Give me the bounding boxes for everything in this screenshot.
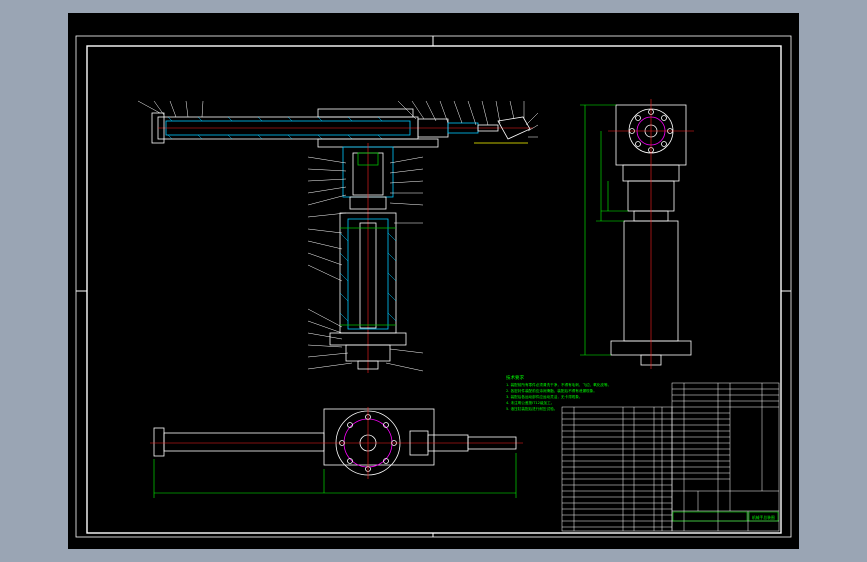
technical-requirements: 技术要求 1. 装配前所有零件必须清洗干净，不得有毛刺、飞边、氧化皮等。 2. … — [506, 374, 611, 411]
title-block-label: 机械手总装图 — [752, 515, 775, 520]
tech-req-line: 3. 装配后各运动部件应运动灵活，无卡滞现象。 — [506, 394, 582, 399]
tech-req-line: 1. 装配前所有零件必须清洗干净，不得有毛刺、飞边、氧化皮等。 — [506, 382, 611, 387]
assembly-drawing: 技术要求 1. 装配前所有零件必须清洗干净，不得有毛刺、飞边、氧化皮等。 2. … — [75, 35, 792, 538]
side-view — [580, 99, 694, 369]
parts-list-rows — [562, 412, 672, 528]
tech-req-line: 2. 各密封件装配前应涂润滑脂，装配后不得有泄漏现象。 — [506, 388, 597, 393]
title-block — [671, 382, 780, 532]
tech-req-line: 4. 未注明公差按IT12级加工。 — [506, 400, 554, 405]
parts-list-table — [561, 406, 673, 532]
part-leaders-right — [137, 100, 539, 372]
front-section-view — [137, 100, 539, 373]
top-view — [150, 407, 523, 498]
horizontal-arm-cylinder — [151, 108, 533, 144]
cad-viewport[interactable]: 技术要求 1. 装配前所有零件必须清洗干净，不得有毛刺、飞边、氧化皮等。 2. … — [68, 13, 799, 549]
tech-req-heading: 技术要求 — [506, 374, 524, 381]
tech-req-line: 5. 液压缸装配后进行耐压试验。 — [506, 406, 557, 411]
